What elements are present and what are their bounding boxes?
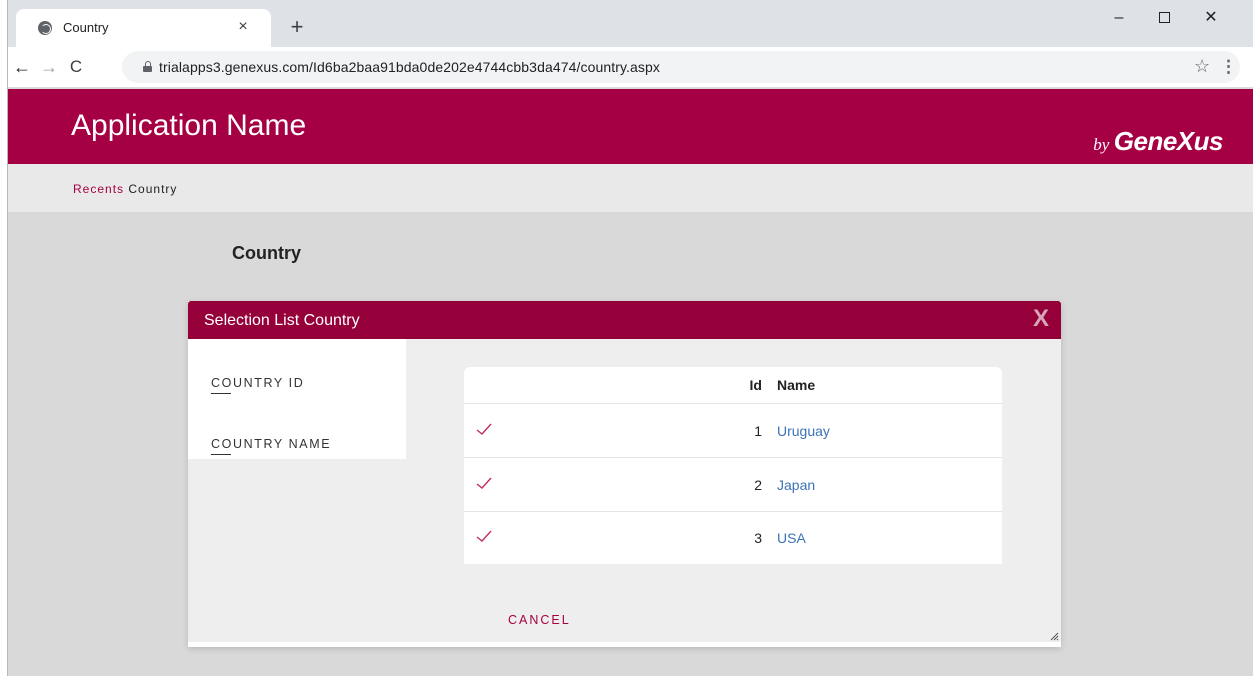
- page-title: Country: [232, 243, 301, 263]
- maximize-button[interactable]: [1149, 6, 1179, 30]
- tab-title: Country: [63, 20, 109, 35]
- forward-button[interactable]: →: [38, 56, 60, 78]
- reload-button[interactable]: C: [65, 56, 87, 78]
- page-content: Application Name by GeneXus Recents Coun…: [8, 89, 1253, 676]
- selection-list-modal: Selection List Country X COUNTRY ID COUN…: [188, 301, 1061, 647]
- select-check-icon[interactable]: [474, 419, 494, 439]
- modal-header: Selection List Country X: [188, 301, 1061, 339]
- back-button[interactable]: ←: [11, 56, 33, 78]
- address-bar[interactable]: trialapps3.genexus.com/Id6ba2baa91bda0de…: [122, 51, 1240, 83]
- url-text[interactable]: trialapps3.genexus.com/Id6ba2baa91bda0de…: [159, 59, 660, 75]
- filter-country-name[interactable]: COUNTRY NAME: [211, 437, 331, 455]
- tab-strip: Country × + – ✕: [8, 0, 1253, 47]
- tab-close-button[interactable]: ×: [233, 17, 253, 37]
- modal-close-button[interactable]: X: [1033, 305, 1049, 333]
- breadcrumb: Recents Country: [73, 182, 177, 196]
- modal-title: Selection List Country: [204, 312, 360, 329]
- app-name: Application Name: [71, 109, 307, 142]
- breadcrumb-current: Country: [128, 182, 178, 196]
- bookmark-star-icon[interactable]: ☆: [1194, 56, 1210, 77]
- cell-name-link[interactable]: USA: [777, 530, 806, 546]
- minimize-button[interactable]: –: [1104, 6, 1134, 30]
- resize-handle-icon[interactable]: [1049, 631, 1059, 641]
- modal-bottom-edge: [188, 642, 1061, 647]
- breadcrumb-bar: Recents Country: [8, 164, 1253, 212]
- cell-id: 1: [754, 423, 762, 439]
- table-row[interactable]: 3 USA: [464, 512, 1002, 565]
- maximize-icon: [1158, 12, 1170, 24]
- filter-country-id[interactable]: COUNTRY ID: [211, 376, 304, 394]
- table-row[interactable]: 2 Japan: [464, 459, 1002, 512]
- app-header: Application Name by GeneXus: [8, 89, 1253, 164]
- browser-window: Country × + – ✕ ← → C trialapps3.genexus…: [7, 0, 1253, 676]
- window-close-button[interactable]: ✕: [1196, 6, 1226, 30]
- cell-name-link[interactable]: Japan: [777, 477, 815, 493]
- table-row[interactable]: 1 Uruguay: [464, 405, 1002, 458]
- column-header-name: Name: [777, 377, 816, 393]
- breadcrumb-link-recents[interactable]: Recents: [73, 182, 124, 196]
- globe-icon: [38, 21, 52, 35]
- cell-id: 2: [754, 477, 762, 493]
- new-tab-button[interactable]: +: [286, 16, 308, 39]
- browser-tab[interactable]: Country ×: [16, 9, 271, 47]
- genexus-logo: by GeneXus: [1093, 126, 1223, 156]
- filter-panel: COUNTRY ID COUNTRY NAME: [188, 339, 406, 459]
- cell-id: 3: [754, 530, 762, 546]
- lock-icon[interactable]: [143, 61, 152, 72]
- select-check-icon[interactable]: [474, 473, 494, 493]
- country-grid: Id Name 1 Uruguay 2 Japan 3 USA: [464, 367, 1002, 564]
- column-header-id: Id: [749, 377, 762, 393]
- grid-header: Id Name: [464, 367, 1002, 404]
- browser-menu-icon[interactable]: ⋮: [1220, 57, 1237, 77]
- browser-toolbar: ← → C trialapps3.genexus.com/Id6ba2baa91…: [8, 47, 1253, 88]
- select-check-icon[interactable]: [474, 526, 494, 546]
- cancel-button[interactable]: CANCEL: [508, 613, 571, 627]
- cell-name-link[interactable]: Uruguay: [777, 423, 830, 439]
